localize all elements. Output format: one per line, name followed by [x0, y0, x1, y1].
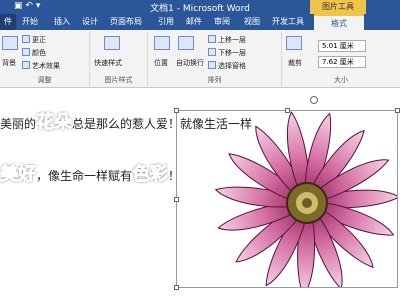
background-icon	[2, 36, 18, 50]
wrap-icon	[178, 36, 194, 50]
tab-view[interactable]: 视图	[244, 14, 260, 30]
resize-handle-bl[interactable]	[174, 285, 179, 290]
position-label: 位置	[154, 59, 168, 67]
tab-review[interactable]: 审阅	[214, 14, 230, 30]
text-line-2[interactable]: 美好，像生命一样赋有色彩！	[0, 160, 180, 186]
flower-picture[interactable]	[174, 108, 400, 297]
position-button[interactable]	[154, 36, 172, 51]
crop-icon	[286, 36, 302, 50]
artistic-effects-button[interactable]: 艺术效果	[22, 61, 60, 71]
wrap-text-button[interactable]	[178, 36, 196, 51]
resize-handle-l[interactable]	[174, 197, 179, 202]
group-size: 裁剪 5.01 厘米 7.62 厘米 大小	[282, 32, 400, 86]
tab-mailings[interactable]: 邮件	[186, 14, 202, 30]
group-label-arrange: 排列	[207, 76, 222, 84]
resize-handle-tr[interactable]	[395, 108, 400, 113]
sun-icon	[22, 35, 30, 43]
corrections-button[interactable]: 更正	[22, 35, 46, 45]
crop-label: 裁剪	[288, 59, 302, 67]
tab-design[interactable]: 设计	[82, 14, 98, 30]
group-adjust: 背景 更正 颜色 艺术效果 调整	[0, 32, 90, 86]
send-backward-button[interactable]: 下移一层	[208, 48, 246, 58]
tab-layout[interactable]: 页面布局	[110, 14, 142, 30]
picture-tools-context: 图片工具	[310, 0, 366, 14]
rotate-handle[interactable]	[310, 96, 318, 104]
text-color: 色彩	[132, 164, 169, 186]
artistic-icon	[22, 61, 30, 69]
bring-forward-button[interactable]: 上移一层	[208, 35, 246, 45]
group-label-adjust: 调整	[37, 76, 52, 84]
crop-button[interactable]	[286, 36, 304, 51]
text-beautiful: 美好	[0, 164, 37, 186]
title-bar: ▣ ↶ ▾ 文档1 - Microsoft Word 图片工具	[0, 0, 400, 14]
flower-image	[214, 111, 400, 297]
selection-pane-icon	[208, 61, 216, 69]
selection-pane-button[interactable]: 选择窗格	[208, 61, 246, 71]
tab-developer[interactable]: 开发工具	[272, 14, 304, 30]
remove-background-button[interactable]	[2, 36, 20, 51]
width-input[interactable]: 7.62 厘米	[318, 56, 366, 68]
remove-background-label: 背景	[2, 59, 16, 67]
backward-icon	[208, 48, 216, 56]
tab-references[interactable]: 引用	[158, 14, 174, 30]
tab-insert[interactable]: 插入	[54, 14, 70, 30]
height-input[interactable]: 5.01 厘米	[318, 40, 366, 52]
tab-home[interactable]: 开始	[22, 14, 38, 30]
color-icon	[22, 48, 30, 56]
quick-styles-button[interactable]	[104, 36, 122, 51]
text-flower: 花朵	[36, 112, 73, 134]
group-picture-styles: 快速样式 图片样式	[90, 32, 148, 86]
color-button[interactable]: 颜色	[22, 48, 46, 58]
quick-styles-label: 快速样式	[94, 59, 122, 67]
document-page[interactable]: 美丽的花朵总是那么的惹人爱！就像生活一样 美好，像生命一样赋有色彩！	[0, 88, 400, 300]
ribbon: 背景 更正 颜色 艺术效果 调整 快速样式 图片样式 位置 自动换行 上移一层 …	[0, 30, 400, 88]
group-arrange: 位置 自动换行 上移一层 下移一层 选择窗格 排列	[148, 32, 282, 86]
group-label-size: 大小	[334, 76, 348, 84]
forward-icon	[208, 35, 216, 43]
text-run-1: 美丽的	[0, 117, 37, 131]
wrap-text-label: 自动换行	[176, 59, 204, 67]
ribbon-tabs: 件 开始 插入 设计 页面布局 引用 邮件 审阅 视图 开发工具 格式	[0, 14, 400, 30]
tab-file[interactable]: 件	[0, 14, 16, 30]
group-label-styles: 图片样式	[104, 76, 133, 84]
resize-handle-t[interactable]	[285, 108, 290, 113]
position-icon	[154, 36, 170, 50]
tab-format[interactable]: 格式	[314, 14, 364, 30]
resize-handle-tl[interactable]	[174, 108, 179, 113]
quick-styles-icon	[104, 36, 120, 50]
text-run-3: ，像生命一样赋有	[36, 169, 133, 183]
